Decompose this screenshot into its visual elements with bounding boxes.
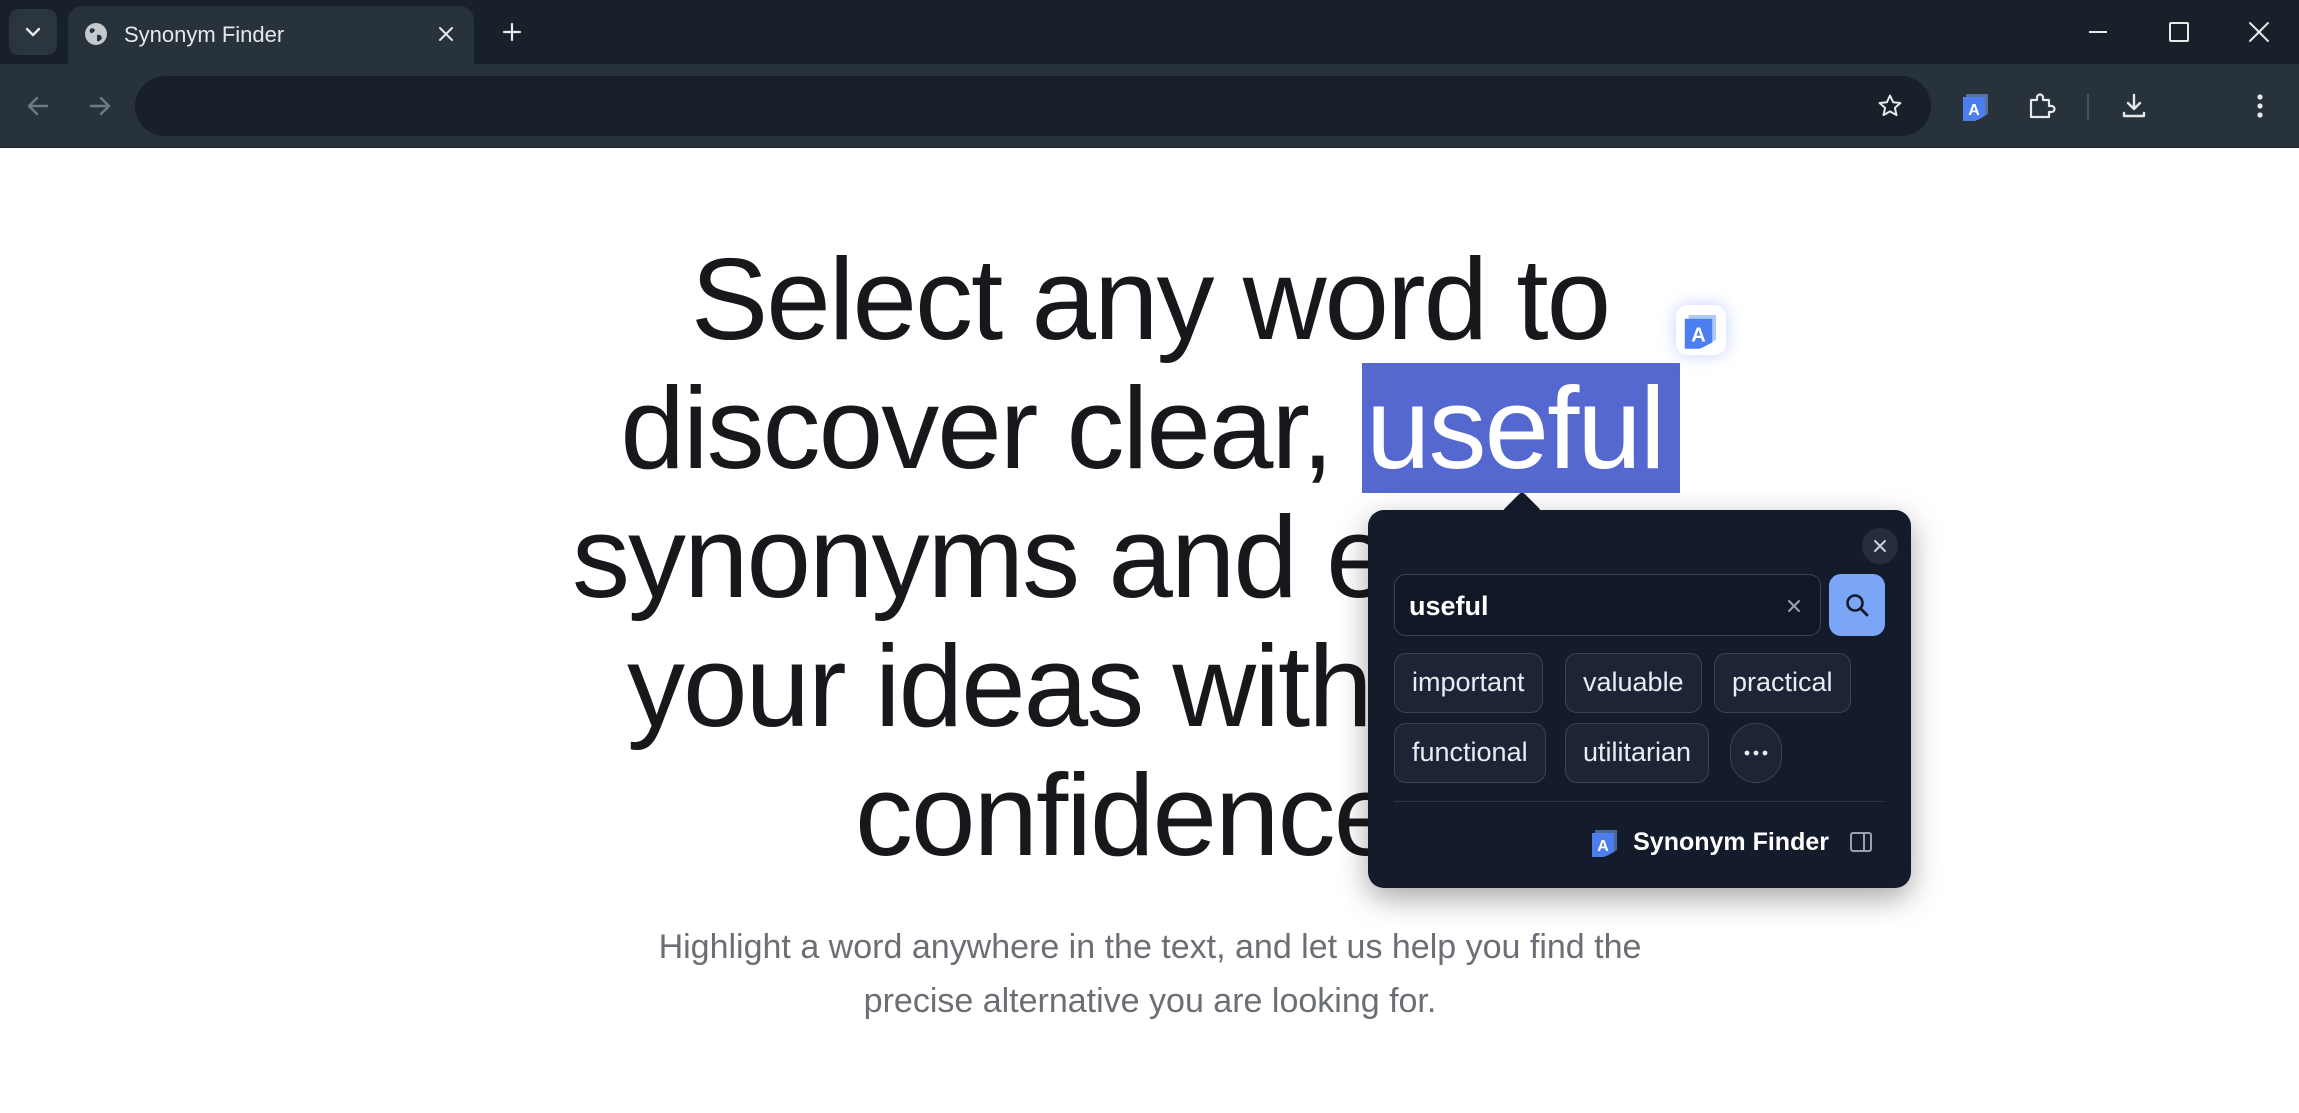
extensions-button[interactable] — [2020, 85, 2062, 127]
maximize-button[interactable] — [2159, 12, 2199, 52]
svg-text:A: A — [1597, 838, 1609, 855]
synonym-chip[interactable]: important — [1394, 653, 1543, 713]
minimize-button[interactable] — [2078, 12, 2118, 52]
brand-name: Synonym Finder — [1633, 827, 1829, 856]
puzzle-icon — [2029, 93, 2056, 119]
toolbar-divider — [2087, 94, 2089, 120]
window-close-button[interactable] — [2239, 12, 2279, 52]
address-bar[interactable] — [135, 76, 1931, 136]
star-icon — [1878, 94, 1902, 117]
minimize-icon — [2089, 31, 2107, 33]
bookmark-star-button[interactable] — [1875, 91, 1905, 121]
close-icon — [439, 27, 453, 41]
tab-search-button[interactable] — [9, 9, 57, 55]
new-tab-button[interactable] — [496, 16, 528, 48]
synonym-chip[interactable]: valuable — [1565, 653, 1702, 713]
downloads-button[interactable] — [2113, 85, 2155, 127]
more-horizontal-icon — [1744, 750, 1768, 756]
more-synonyms-button[interactable] — [1730, 723, 1782, 783]
maximize-icon — [2169, 22, 2189, 42]
search-button[interactable] — [1829, 574, 1885, 636]
synonym-popup: useful important valuable practical func… — [1368, 510, 1911, 888]
synonym-chip[interactable]: utilitarian — [1565, 723, 1710, 783]
back-button[interactable] — [17, 85, 59, 127]
subheading-line: precise alternative you are looking for. — [863, 982, 1437, 1020]
forward-button[interactable] — [79, 85, 121, 127]
arrow-left-icon — [27, 96, 49, 116]
download-icon — [2122, 93, 2146, 118]
browser-toolbar: A — [0, 64, 2299, 148]
tab-close-button[interactable] — [432, 20, 460, 48]
chevron-down-icon — [25, 27, 41, 37]
search-value: useful — [1409, 591, 1489, 621]
popup-footer: A Synonym Finder — [1589, 822, 1873, 862]
browser-menu-button[interactable] — [2239, 85, 2281, 127]
word-search-input[interactable]: useful — [1394, 574, 1821, 636]
close-icon — [1874, 540, 1886, 552]
headline-text: discover clear, — [620, 363, 1363, 493]
selected-word[interactable]: useful — [1362, 363, 1680, 493]
synonym-finder-trigger[interactable]: A — [1676, 305, 1726, 355]
popup-close-button[interactable] — [1862, 528, 1898, 564]
more-vertical-icon — [2257, 94, 2263, 118]
synonym-chip[interactable]: functional — [1394, 723, 1546, 783]
synonym-finder-logo-icon: A — [1592, 830, 1618, 857]
tab-title: Synonym Finder — [124, 22, 285, 47]
popup-divider — [1394, 801, 1885, 802]
arrow-right-icon — [89, 96, 111, 116]
synonym-finder-extension-button[interactable]: A — [1955, 85, 1997, 127]
subheading-line: Highlight a word anywhere in the text, a… — [658, 928, 1642, 966]
search-icon — [1846, 594, 1869, 617]
plus-icon — [502, 22, 522, 42]
synonym-finder-logo-icon: A — [1684, 315, 1716, 349]
open-side-panel-button[interactable] — [1849, 830, 1873, 854]
side-panel-icon — [1850, 832, 1872, 852]
svg-text:A: A — [1968, 102, 1980, 119]
headline-line: discover clear, useful — [500, 363, 1800, 493]
close-icon — [2249, 22, 2269, 42]
globe-icon — [85, 23, 107, 45]
tab-synonym-finder[interactable]: Synonym Finder — [68, 6, 474, 64]
synonym-finder-logo-icon: A — [1963, 94, 1988, 121]
tab-strip: Synonym Finder — [0, 0, 2299, 64]
headline-line: Select any word to — [690, 234, 1611, 364]
clear-search-button[interactable] — [1780, 592, 1808, 620]
close-icon — [1788, 600, 1800, 612]
synonym-chip[interactable]: practical — [1714, 653, 1851, 713]
subheading: Highlight a word anywhere in the text, a… — [600, 920, 1700, 1028]
svg-text:A: A — [1691, 324, 1705, 346]
